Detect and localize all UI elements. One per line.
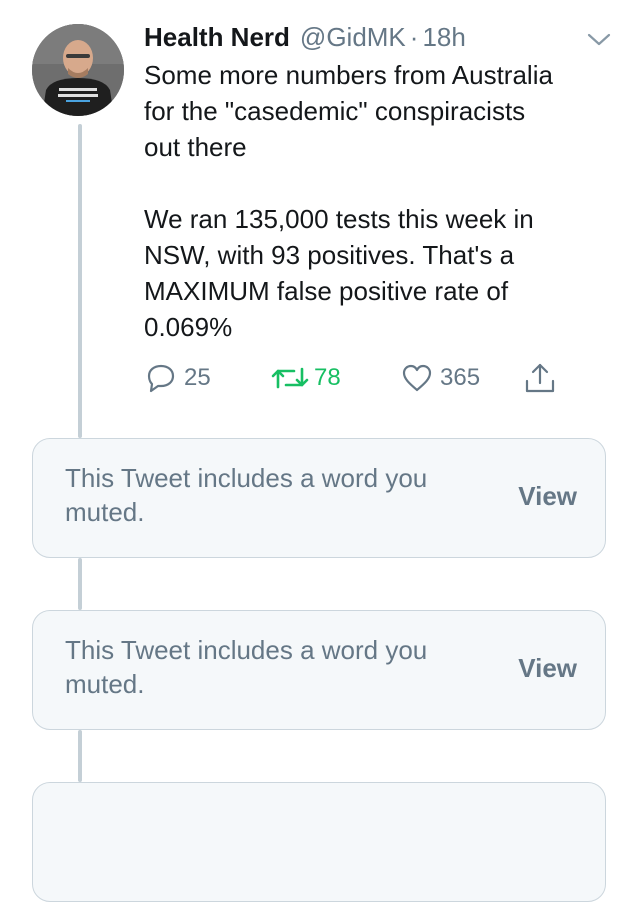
- heart-icon: [402, 364, 432, 392]
- reply-count: 25: [184, 364, 211, 391]
- tweet-timestamp[interactable]: 18h: [422, 22, 465, 53]
- view-muted-button[interactable]: View: [518, 653, 577, 684]
- retweet-button[interactable]: 78: [270, 360, 341, 396]
- thread-line: [78, 730, 82, 782]
- avatar[interactable]: [32, 24, 124, 116]
- chevron-down-icon[interactable]: [586, 32, 612, 48]
- tweet-paragraph: We ran 135,000 tests this week in NSW, w…: [144, 204, 534, 342]
- reply-button[interactable]: 25: [144, 360, 211, 396]
- author-handle[interactable]: @GidMK: [300, 22, 406, 53]
- muted-tweet-notice: This Tweet includes a word you muted. Vi…: [32, 438, 606, 558]
- muted-notice-text: This Tweet includes a word you muted.: [65, 463, 428, 527]
- tweet-header: Health Nerd @GidMK · 18h: [144, 22, 466, 54]
- header-separator: ·: [409, 22, 419, 52]
- like-button[interactable]: 365: [400, 360, 480, 396]
- retweet-icon: [271, 367, 309, 389]
- view-muted-button[interactable]: View: [518, 481, 577, 512]
- muted-tweet-notice-partial: [32, 782, 606, 902]
- tweet-actions: 25 78 365: [0, 360, 640, 396]
- like-count: 365: [440, 364, 481, 391]
- tweet-text: Some more numbers from Australia for the…: [144, 57, 604, 345]
- tweet-paragraph: Some more numbers from Australia for the…: [144, 60, 553, 162]
- retweet-count: 78: [314, 364, 341, 391]
- muted-notice-text: This Tweet includes a word you muted.: [65, 635, 428, 699]
- avatar-image: [32, 24, 124, 116]
- share-icon: [525, 363, 555, 393]
- author-name[interactable]: Health Nerd: [144, 22, 290, 53]
- thread-line: [78, 558, 82, 610]
- muted-tweet-notice: This Tweet includes a word you muted. Vi…: [32, 610, 606, 730]
- share-button[interactable]: [522, 360, 558, 396]
- reply-bubble-icon: [147, 364, 175, 393]
